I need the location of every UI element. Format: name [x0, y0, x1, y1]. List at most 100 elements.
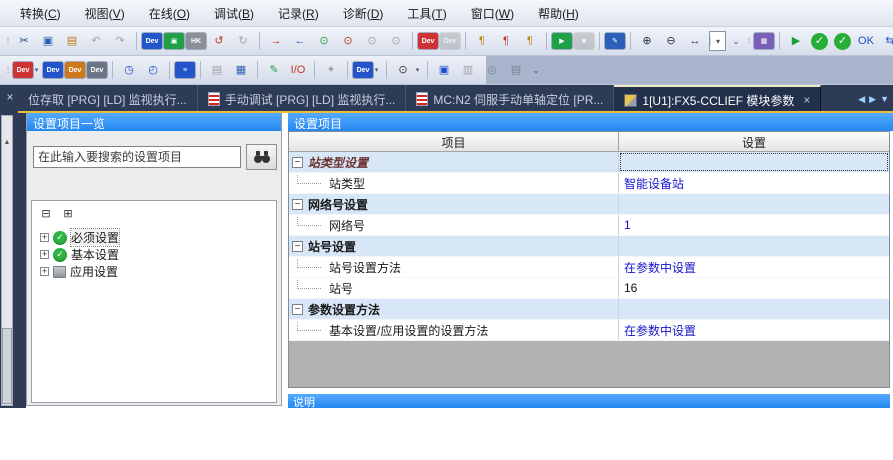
device-comment-icon[interactable]: Dev	[13, 62, 33, 78]
statement-editor-icon[interactable]: ✎	[263, 60, 285, 81]
collapse-icon[interactable]: −	[292, 199, 303, 210]
watch-gauge-icon[interactable]: ◴	[142, 60, 164, 81]
separator[interactable]	[386, 61, 387, 79]
monitor-stop-icon[interactable]: ■	[574, 33, 594, 49]
tree-item-basic-settings[interactable]: + ✓ 基本设置	[40, 246, 274, 263]
device-grid-orange-icon[interactable]: Dev	[65, 62, 85, 78]
separator[interactable]	[259, 32, 260, 50]
row-network-no[interactable]: 网络号 1	[289, 215, 889, 236]
convert-all-icon[interactable]: ✓	[834, 33, 851, 50]
device-display-format-icon[interactable]: Dev	[353, 62, 373, 78]
scrollbar-thumb[interactable]	[2, 328, 12, 404]
zoom-tool-icon[interactable]: ⊙	[392, 60, 414, 81]
toolbar-grip[interactable]: ⁞	[4, 60, 11, 81]
toolbar-overflow[interactable]: ⌄	[529, 60, 543, 81]
collapse-all-icon[interactable]: ⊟	[38, 206, 54, 221]
statement-jump-icon[interactable]: ¶	[471, 31, 493, 52]
menu-online[interactable]: 在线(O)	[139, 2, 200, 25]
watch-register-2-icon[interactable]: ↻	[232, 31, 254, 52]
device-memory-icon[interactable]: Dev	[418, 33, 438, 49]
parameter-edit-icon[interactable]: ▦	[230, 60, 252, 81]
setting-value-cell[interactable]	[619, 236, 889, 256]
memory-card-icon[interactable]: ▤	[206, 60, 228, 81]
separator[interactable]	[257, 61, 258, 79]
tree-item-application-settings[interactable]: + 应用设置	[40, 263, 274, 280]
menu-diagnostics[interactable]: 诊断(D)	[333, 2, 394, 25]
separator[interactable]	[599, 32, 600, 50]
window-list-icon[interactable]: ▼	[880, 94, 889, 104]
find-back-icon[interactable]: ⊙	[337, 31, 359, 52]
expand-icon[interactable]: +	[40, 250, 49, 259]
menu-help[interactable]: 帮助(H)	[528, 2, 589, 25]
online-change-ok-icon[interactable]: OK	[855, 31, 877, 52]
find-back-2-icon[interactable]: ⊙	[385, 31, 407, 52]
collapse-icon[interactable]: −	[292, 241, 303, 252]
program-list-icon[interactable]: ≡	[175, 62, 195, 78]
statement-insert-icon[interactable]: ¶	[495, 31, 517, 52]
separator[interactable]	[136, 32, 137, 50]
result-list-icon[interactable]: ▤	[505, 60, 527, 81]
search-input[interactable]	[33, 146, 241, 168]
find-binoculars-icon[interactable]: ◎	[481, 60, 503, 81]
find-forward-2-icon[interactable]: ⊙	[361, 31, 383, 52]
find-window-icon[interactable]: ▣	[433, 60, 455, 81]
setting-value-cell[interactable]: 在参数中设置	[619, 257, 889, 277]
row-param-method-group[interactable]: − 参数设置方法	[289, 299, 889, 320]
device-assignment-icon[interactable]: ✦	[320, 60, 342, 81]
device-grid-gray-icon[interactable]: Dev	[87, 62, 107, 78]
setting-value-cell[interactable]	[619, 299, 889, 319]
setting-value-cell[interactable]: 在参数中设置	[619, 320, 889, 340]
cut-icon[interactable]: ✂	[13, 31, 35, 52]
tab-mc-n2-servo[interactable]: MC:N2 伺服手动单轴定位 [PR...	[406, 85, 614, 113]
statement-edit-icon[interactable]: ¶	[519, 31, 541, 52]
expand-all-icon[interactable]: ⊞	[60, 206, 76, 221]
dropdown-arrow-icon[interactable]: ▾	[32, 60, 41, 81]
row-station-no-method[interactable]: 站号设置方法 在参数中设置	[289, 257, 889, 278]
menu-window[interactable]: 窗口(W)	[461, 2, 524, 25]
separator[interactable]	[347, 61, 348, 79]
paste-icon[interactable]: ▤	[61, 31, 83, 52]
separator[interactable]	[412, 32, 413, 50]
monitor-write-icon[interactable]: ✎	[605, 33, 625, 49]
search-button[interactable]	[246, 144, 277, 170]
find-forward-icon[interactable]: ⊙	[313, 31, 335, 52]
menu-tools[interactable]: 工具(T)	[397, 2, 456, 25]
row-station-no[interactable]: 站号 16	[289, 278, 889, 299]
setting-value-cell[interactable]	[619, 152, 889, 172]
expand-icon[interactable]: +	[40, 233, 49, 242]
simulation-start-icon[interactable]: ▶	[785, 31, 807, 52]
separator[interactable]	[314, 61, 315, 79]
clipped-edge-icon[interactable]: ⇆	[879, 31, 893, 52]
separator[interactable]	[630, 32, 631, 50]
window-tile-icon[interactable]: ▥	[457, 60, 479, 81]
dropdown-arrow-icon[interactable]: ▾	[372, 60, 381, 81]
fit-zoom-icon[interactable]: ↔	[684, 31, 706, 52]
dropdown-arrow-icon[interactable]: ▾	[413, 60, 422, 81]
device-memory-2-icon[interactable]: Dev	[440, 33, 460, 49]
cross-reference-icon[interactable]: I/O	[287, 60, 309, 81]
separator[interactable]	[465, 32, 466, 50]
monitor-start-icon[interactable]: ▶	[552, 33, 572, 49]
menu-recording[interactable]: 记录(R)	[268, 2, 329, 25]
chevron-down-icon[interactable]: ▾	[710, 37, 725, 46]
expand-icon[interactable]: +	[40, 267, 49, 276]
separator[interactable]	[200, 61, 201, 79]
menu-convert[interactable]: 转换(C)	[10, 2, 71, 25]
row-station-type-group[interactable]: − 站类型设置	[289, 152, 889, 173]
separator[interactable]	[169, 61, 170, 79]
tab-positioning-access[interactable]: 位存取 [PRG] [LD] 监视执行...	[18, 85, 198, 113]
toolbar-grip[interactable]: ⁞	[745, 31, 752, 52]
toolbar-combobox[interactable]: ▾	[709, 31, 726, 51]
scroll-tabs-left-icon[interactable]: ◀	[858, 94, 865, 105]
zoom-in-icon[interactable]: ⊕	[636, 31, 658, 52]
scroll-up-icon[interactable]: ▲	[1, 139, 13, 146]
row-network-no-group[interactable]: − 网络号设置	[289, 194, 889, 215]
device-display-icon[interactable]: Dev	[142, 33, 162, 49]
collapse-icon[interactable]: −	[292, 304, 303, 315]
scroll-tabs-right-icon[interactable]: ▶	[869, 94, 876, 105]
redo-icon[interactable]: ↷	[109, 31, 131, 52]
undo-icon[interactable]: ↶	[85, 31, 107, 52]
collapse-icon[interactable]: −	[292, 157, 303, 168]
write-to-plc-icon[interactable]: →	[265, 31, 287, 52]
tab-manual-debug[interactable]: 手动调试 [PRG] [LD] 监视执行...	[198, 85, 407, 113]
